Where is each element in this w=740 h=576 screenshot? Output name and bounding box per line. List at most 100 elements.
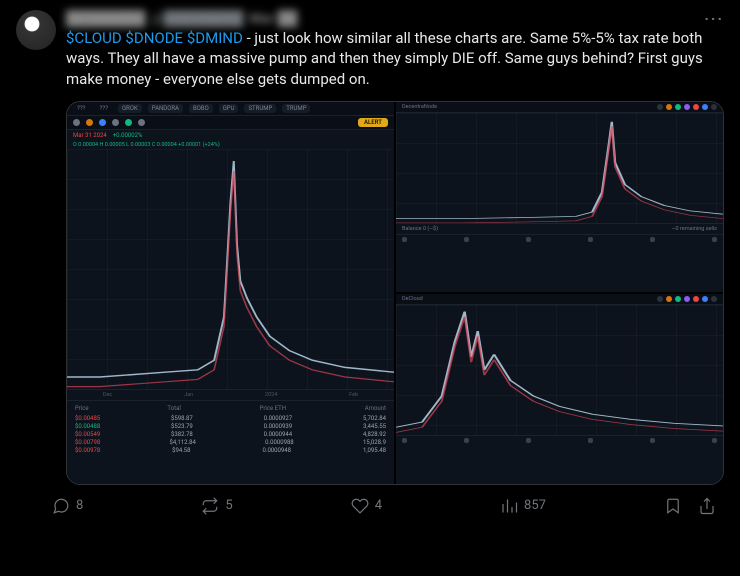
chart2-plot[interactable]: [396, 113, 723, 223]
stat-pill: [464, 237, 469, 242]
tool-icon[interactable]: [675, 104, 681, 110]
tool-icon[interactable]: [86, 119, 93, 126]
tool-icon[interactable]: [666, 104, 672, 110]
stat-pill: [588, 237, 593, 242]
chart2-stats: [396, 234, 723, 244]
chart1-tab[interactable]: ???: [73, 104, 90, 113]
chart2-line: [396, 113, 723, 223]
reply-count: 8: [76, 498, 83, 513]
display-name: ████████: [66, 10, 145, 27]
chart2-remaining: ~0 remaining sells: [672, 226, 717, 232]
share-button[interactable]: [698, 497, 716, 515]
user-handle: @████████: [151, 10, 243, 27]
tool-icon[interactable]: [657, 104, 663, 110]
stat-pill: [464, 438, 469, 443]
col-eth: Price ETH: [260, 405, 286, 412]
tool-icon[interactable]: [657, 296, 663, 302]
bookmark-button[interactable]: [664, 497, 682, 515]
stat-pill: [526, 438, 531, 443]
chart3-line: [396, 305, 723, 435]
tool-icon[interactable]: [702, 296, 708, 302]
user-meta[interactable]: ████████ @████████ Mar ██: [66, 10, 297, 27]
chart1-tab[interactable]: BOBO: [189, 104, 213, 113]
col-total: Total: [167, 405, 180, 412]
table-row: $0.00978$94.580.00009481,095.48: [75, 447, 386, 454]
chart2-toolbar: DecentraNode: [396, 102, 723, 113]
chart1-ohlc: O 0.00004 H 0.00005 L 0.00003 C 0.00004 …: [67, 141, 394, 149]
xlabel: Dec: [103, 392, 112, 398]
views-button[interactable]: 857: [500, 497, 546, 515]
tool-icon[interactable]: [684, 296, 690, 302]
chart1-change: +0.00002%: [113, 132, 143, 139]
chart1-tab[interactable]: ???: [96, 104, 113, 113]
reply-icon: [52, 497, 70, 515]
chart1-tab[interactable]: PANDORA: [148, 104, 183, 113]
table-row: $0.00488$523.790.00009393,445.55: [75, 423, 386, 430]
tweet-post: ████████ @████████ Mar ██ ··· $CLOUD $DN…: [0, 0, 740, 525]
share-icon: [698, 497, 716, 515]
stat-pill: [402, 237, 407, 242]
chart1-tab[interactable]: GPU: [219, 104, 239, 113]
repost-count: 5: [225, 498, 232, 513]
chart-screenshot-2[interactable]: DecentraNode: [396, 102, 723, 292]
chart2-footer: Balance 0 (~$) ~0 remaining sells: [396, 223, 723, 234]
post-date: Mar ██: [249, 10, 297, 27]
stat-pill: [712, 438, 717, 443]
tool-icon[interactable]: [112, 119, 119, 126]
chart1-toolbar: ALERT: [67, 116, 394, 130]
xlabel: Jan: [184, 392, 193, 398]
repost-button[interactable]: 5: [201, 497, 232, 515]
tool-icon[interactable]: [684, 104, 690, 110]
views-count: 857: [524, 498, 546, 513]
chart1-tab-active[interactable]: GROK: [118, 104, 142, 113]
stat-pill: [650, 237, 655, 242]
tool-icon[interactable]: [73, 119, 80, 126]
like-button[interactable]: 4: [351, 497, 382, 515]
col-price: Price: [75, 405, 89, 412]
chart3-title: DeCloud: [402, 296, 423, 302]
chart3-toolbar: DeCloud: [396, 294, 723, 305]
chart1-date-row: Mar 31 2024 +0.00002%: [67, 130, 394, 141]
tool-icon[interactable]: [702, 104, 708, 110]
chart1-tab[interactable]: STRUMP: [244, 104, 276, 113]
tool-icon[interactable]: [675, 296, 681, 302]
chart-screenshot-1[interactable]: ??? ??? GROK PANDORA BOBO GPU STRUMP TRU…: [67, 102, 394, 484]
chart-screenshot-3[interactable]: DeCloud: [396, 294, 723, 484]
tool-icon[interactable]: [99, 119, 106, 126]
chart2-tools: [657, 104, 717, 110]
chart2-title: DecentraNode: [402, 104, 437, 110]
views-icon: [500, 497, 518, 515]
stat-pill: [402, 438, 407, 443]
alert-button[interactable]: ALERT: [358, 118, 388, 127]
tool-icon[interactable]: [711, 296, 717, 302]
avatar[interactable]: [16, 10, 56, 50]
col-amount: Amount: [365, 405, 386, 412]
repost-icon: [201, 497, 219, 515]
chart1-date: Mar 31 2024: [73, 132, 107, 139]
chart3-stats: [396, 435, 723, 445]
tool-icon[interactable]: [138, 119, 145, 126]
stat-pill: [712, 237, 717, 242]
reply-button[interactable]: 8: [52, 497, 83, 515]
action-bar: 8 5 4 857: [52, 497, 724, 515]
chart3-plot[interactable]: [396, 305, 723, 435]
table-row: $0.00798$4,112.840.000098815,028.9: [75, 439, 386, 446]
like-count: 4: [375, 498, 382, 513]
tool-icon[interactable]: [693, 296, 699, 302]
tool-icon[interactable]: [666, 296, 672, 302]
tool-icon[interactable]: [693, 104, 699, 110]
chart1-plot[interactable]: [67, 149, 394, 389]
more-button[interactable]: ···: [704, 10, 724, 28]
xlabel: 2024: [265, 392, 277, 398]
table-row: $0.00485$598.870.00009275,702.84: [75, 415, 386, 422]
table-header: Price Total Price ETH Amount: [75, 405, 386, 412]
xlabel: Feb: [349, 392, 358, 398]
chart1-tabs: ??? ??? GROK PANDORA BOBO GPU STRUMP TRU…: [67, 102, 394, 116]
chart1-tab[interactable]: TRUMP: [282, 104, 310, 113]
tool-icon[interactable]: [125, 119, 132, 126]
table-row: $0.00549$382.780.00009444,828.92: [75, 431, 386, 438]
stat-pill: [526, 237, 531, 242]
tool-icon[interactable]: [711, 104, 717, 110]
media-grid[interactable]: ??? ??? GROK PANDORA BOBO GPU STRUMP TRU…: [66, 101, 724, 485]
chart3-tools: [657, 296, 717, 302]
